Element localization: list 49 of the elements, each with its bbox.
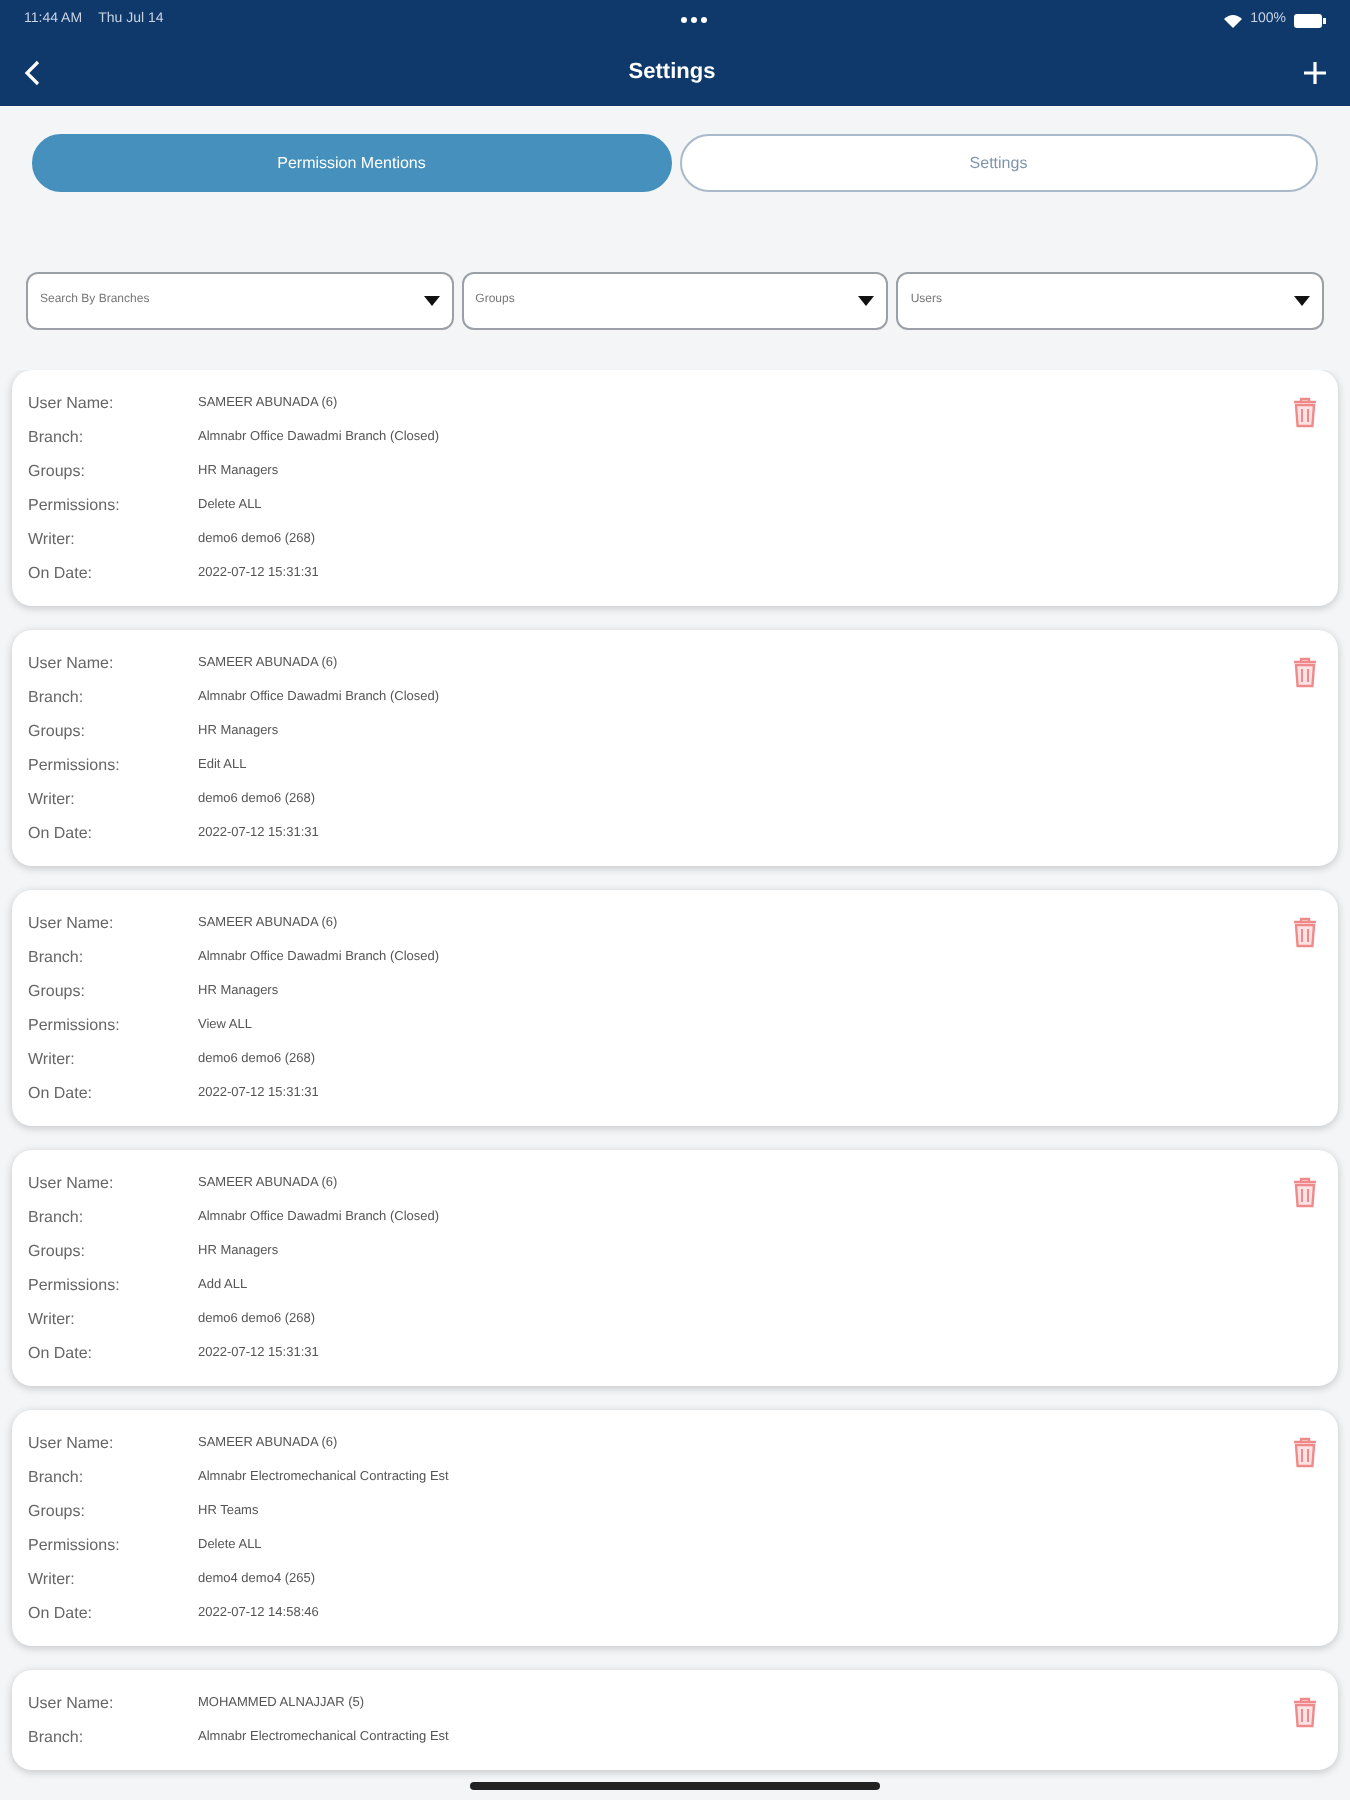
field-label: Groups: (28, 1500, 87, 1524)
field-label: On Date: (28, 1602, 95, 1626)
battery-icon (1294, 13, 1326, 27)
field-label: Branch: (28, 1466, 86, 1490)
field-label: On Date: (28, 822, 95, 846)
field-label: User Name: (28, 652, 116, 676)
field-label: Permissions: (28, 1014, 122, 1038)
more-dots-icon (679, 16, 708, 24)
back-icon[interactable] (24, 60, 40, 86)
trash-icon[interactable] (1292, 655, 1318, 688)
field-label: Writer: (28, 1568, 77, 1592)
trash-icon[interactable] (1292, 395, 1318, 428)
field-label: On Date: (28, 1082, 95, 1106)
wifi-icon (1224, 13, 1243, 27)
tab[interactable]: Permission Mentions (32, 134, 671, 192)
trash-icon[interactable] (1292, 1695, 1318, 1728)
tab[interactable]: Settings (679, 134, 1318, 192)
trash-icon[interactable] (1292, 1435, 1318, 1468)
field-label: Groups: (28, 460, 87, 484)
field-label: Branch: (28, 946, 86, 970)
field-label: User Name: (28, 912, 116, 936)
field-label: On Date: (28, 562, 95, 586)
field-label: Groups: (28, 980, 87, 1004)
field-label: Permissions: (28, 1534, 122, 1558)
field-label: Permissions: (28, 1274, 122, 1298)
caret-icon (858, 296, 875, 306)
caret-icon (423, 296, 440, 306)
field-label: Writer: (28, 528, 77, 552)
field-label: Groups: (28, 720, 87, 744)
field-label: User Name: (28, 1432, 116, 1456)
field-label: Writer: (28, 788, 77, 812)
field-label: Permissions: (28, 494, 122, 518)
field-label: Branch: (28, 686, 86, 710)
field-label: User Name: (28, 1172, 116, 1196)
trash-icon[interactable] (1292, 1175, 1318, 1208)
field-label: Branch: (28, 426, 86, 450)
field-label: Branch: (28, 1206, 86, 1230)
field-label: Writer: (28, 1308, 77, 1332)
field-label: Permissions: (28, 754, 122, 778)
field-label: Groups: (28, 1240, 87, 1264)
field-label: Branch: (28, 1726, 86, 1750)
page-title: Settings (628, 58, 716, 89)
trash-icon[interactable] (1292, 915, 1318, 948)
field-label: User Name: (28, 392, 116, 416)
caret-icon (1294, 296, 1311, 306)
add-icon[interactable] (1304, 62, 1326, 84)
field-label: User Name: (28, 1692, 116, 1716)
field-label: On Date: (28, 1342, 95, 1366)
field-label: Writer: (28, 1048, 77, 1072)
